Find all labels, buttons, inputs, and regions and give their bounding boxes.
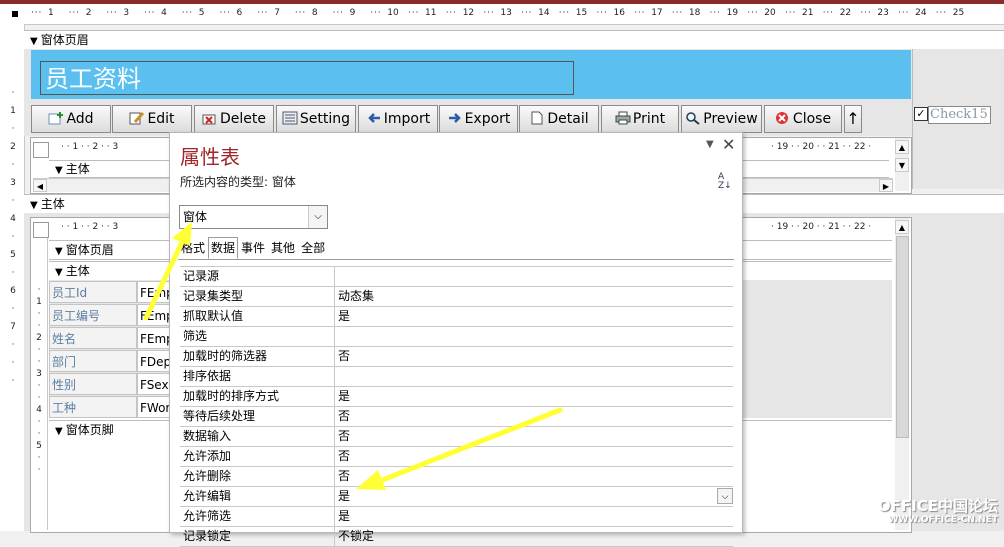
watermark: OFFICE中国论坛 WWW.OFFICE-CN.NET: [878, 498, 998, 527]
annotation-arrows: [143, 222, 563, 490]
arrow-to-allow-edit-icon: [356, 407, 563, 490]
watermark-line2: WWW.OFFICE-CN.NET: [888, 515, 998, 525]
arrow-to-selector-icon: [143, 222, 192, 321]
watermark-line1: OFFICE中国论坛: [877, 497, 998, 515]
